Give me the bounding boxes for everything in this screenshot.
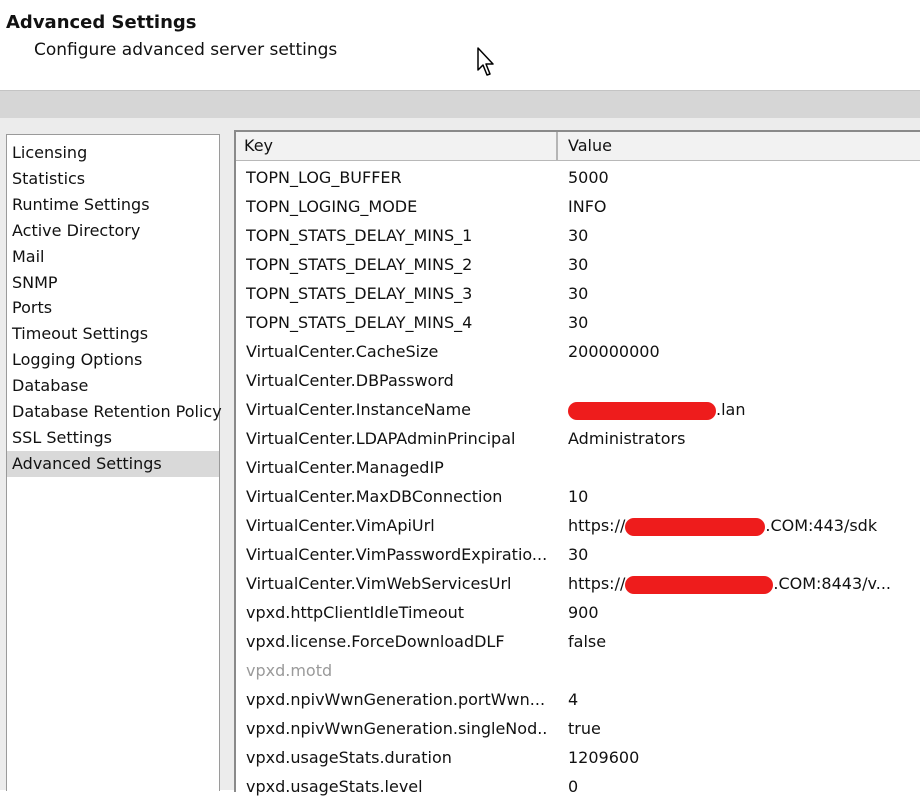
table-row[interactable]: TOPN_STATS_DELAY_MINS_3 30 bbox=[236, 279, 920, 308]
row-key: VirtualCenter.LDAPAdminPrincipal bbox=[246, 429, 516, 448]
table-row[interactable]: TOPN_STATS_DELAY_MINS_2 30 bbox=[236, 250, 920, 279]
row-value: 30 bbox=[568, 313, 589, 332]
sidebar-item[interactable]: Mail bbox=[7, 244, 219, 270]
sidebar-item[interactable]: Timeout Settings bbox=[7, 321, 219, 347]
table-row[interactable]: TOPN_LOG_BUFFER 5000 bbox=[236, 163, 920, 192]
table-row[interactable]: vpxd.usageStats.duration 1209600 bbox=[236, 743, 920, 772]
table-row[interactable]: VirtualCenter.InstanceName .lan bbox=[236, 395, 920, 424]
sidebar-item[interactable]: Licensing bbox=[7, 140, 219, 166]
row-key: TOPN_LOGING_MODE bbox=[246, 197, 418, 216]
row-key: vpxd.motd bbox=[246, 661, 333, 680]
table-row[interactable]: TOPN_LOGING_MODE INFO bbox=[236, 192, 920, 221]
row-key: VirtualCenter.InstanceName bbox=[246, 400, 472, 419]
row-value: 10 bbox=[568, 487, 589, 506]
row-value: 30 bbox=[568, 255, 589, 274]
row-key: VirtualCenter.CacheSize bbox=[246, 342, 439, 361]
row-value: https:// .COM:8443/v... bbox=[568, 569, 918, 598]
settings-table: Key Value TOPN_LOG_BUFFER 5000 TOPN_LOGING… bbox=[234, 130, 920, 796]
table-row[interactable]: VirtualCenter.LDAPAdminPrincipal Administ… bbox=[236, 424, 920, 453]
table-row[interactable]: VirtualCenter.CacheSize 200000000 bbox=[236, 337, 920, 366]
page-title: Advanced Settings bbox=[6, 12, 197, 33]
row-key: TOPN_STATS_DELAY_MINS_1 bbox=[246, 226, 473, 245]
row-value: 1209600 bbox=[568, 748, 640, 767]
row-key: VirtualCenter.ManagedIP bbox=[246, 458, 444, 477]
row-key: TOPN_STATS_DELAY_MINS_4 bbox=[246, 313, 473, 332]
row-key: TOPN_LOG_BUFFER bbox=[246, 168, 402, 187]
row-value: 0 bbox=[568, 777, 579, 796]
table-row[interactable]: VirtualCenter.ManagedIP bbox=[236, 453, 920, 482]
row-value: INFO bbox=[568, 197, 607, 216]
table-row[interactable]: VirtualCenter.VimApiUrl https:// .COM:443/… bbox=[236, 511, 920, 540]
sidebar-item[interactable]: Runtime Settings bbox=[7, 192, 219, 218]
column-header-key[interactable]: Key bbox=[236, 132, 558, 160]
sidebar-item[interactable]: Logging Options bbox=[7, 347, 219, 373]
table-row[interactable]: VirtualCenter.MaxDBConnection 10 bbox=[236, 482, 920, 511]
sidebar-item[interactable]: Active Directory bbox=[7, 218, 219, 244]
row-key: VirtualCenter.MaxDBConnection bbox=[246, 487, 503, 506]
row-key: VirtualCenter.VimWebServicesUrl bbox=[246, 574, 512, 593]
row-key: TOPN_STATS_DELAY_MINS_2 bbox=[246, 255, 473, 274]
row-key: VirtualCenter.DBPassword bbox=[246, 371, 454, 390]
table-row[interactable]: VirtualCenter.VimPasswordExpiratio... 30 bbox=[236, 540, 920, 569]
value-prefix: https:// bbox=[568, 574, 626, 593]
table-row[interactable]: TOPN_STATS_DELAY_MINS_4 30 bbox=[236, 308, 920, 337]
header-separator-band bbox=[0, 90, 920, 119]
row-value: false bbox=[568, 632, 607, 651]
row-value: Administrators bbox=[568, 429, 686, 448]
row-value: true bbox=[568, 719, 601, 738]
sidebar-item[interactable]: Statistics bbox=[7, 166, 219, 192]
row-key: vpxd.npivWwnGeneration.singleNod... bbox=[246, 719, 546, 738]
redaction-mark bbox=[568, 401, 716, 420]
redaction-mark bbox=[625, 517, 766, 536]
mouse-pointer-icon bbox=[477, 47, 494, 76]
table-row[interactable]: vpxd.license.ForceDownloadDLF false bbox=[236, 627, 920, 656]
table-row[interactable]: VirtualCenter.VimWebServicesUrl https://.… bbox=[236, 569, 920, 598]
row-value: 900 bbox=[568, 603, 599, 622]
sidebar-item[interactable]: SNMP bbox=[7, 270, 219, 296]
column-header-value[interactable]: Value bbox=[560, 132, 920, 160]
row-key: vpxd.httpClientIdleTimeout bbox=[246, 603, 465, 622]
value-suffix: .COM:443/sdk bbox=[765, 516, 878, 535]
value-suffix: .lan bbox=[716, 400, 746, 419]
sidebar-item[interactable]: Ports bbox=[7, 295, 219, 321]
row-key: VirtualCenter.VimApiUrl bbox=[246, 516, 435, 535]
row-value: https:// .COM:443/sdk bbox=[568, 511, 918, 540]
row-key: VirtualCenter.VimPasswordExpiratio... bbox=[246, 545, 546, 564]
row-value: 30 bbox=[568, 284, 589, 303]
row-key: vpxd.usageStats.level bbox=[246, 777, 423, 796]
table-row[interactable]: vpxd.npivWwnGeneration.portWwn... 4 bbox=[236, 685, 920, 714]
table-row[interactable]: vpxd.httpClientIdleTimeout 900 bbox=[236, 598, 920, 627]
row-key: vpxd.usageStats.duration bbox=[246, 748, 452, 767]
table-row[interactable]: VirtualCenter.DBPassword bbox=[236, 366, 920, 395]
table-row[interactable]: vpxd.motd bbox=[236, 656, 920, 685]
row-key: vpxd.license.ForceDownloadDLF bbox=[246, 632, 505, 651]
value-prefix: https:// bbox=[568, 516, 626, 535]
row-key: TOPN_STATS_DELAY_MINS_3 bbox=[246, 284, 473, 303]
sidebar-item[interactable]: Advanced Settings bbox=[7, 450, 219, 477]
header: Advanced Settings Configure advanced ser… bbox=[0, 0, 920, 90]
row-value: 30 bbox=[568, 545, 589, 564]
settings-sidebar: Licensing Statistics Runtime Settings Activ… bbox=[6, 134, 222, 791]
page-subtitle: Configure advanced server settings bbox=[34, 40, 338, 60]
row-value: 200000000 bbox=[568, 342, 660, 361]
row-value: 30 bbox=[568, 226, 589, 245]
row-value: .lan bbox=[568, 395, 918, 424]
sidebar-item[interactable]: Database bbox=[7, 373, 219, 399]
value-suffix: .COM:8443/v... bbox=[773, 574, 891, 593]
row-value: 5000 bbox=[568, 168, 609, 187]
table-header: Key Value bbox=[236, 132, 920, 161]
table-row[interactable]: TOPN_STATS_DELAY_MINS_1 30 bbox=[236, 221, 920, 250]
sidebar-item[interactable]: Database Retention Policy bbox=[7, 399, 222, 425]
row-value: 4 bbox=[568, 690, 579, 709]
table-row[interactable]: vpxd.npivWwnGeneration.singleNod... true bbox=[236, 714, 920, 743]
redaction-mark bbox=[625, 575, 774, 594]
row-key: vpxd.npivWwnGeneration.portWwn... bbox=[246, 690, 546, 709]
table-row[interactable]: vpxd.usageStats.level 0 bbox=[236, 772, 920, 801]
sidebar-item[interactable]: SSL Settings bbox=[7, 425, 219, 451]
